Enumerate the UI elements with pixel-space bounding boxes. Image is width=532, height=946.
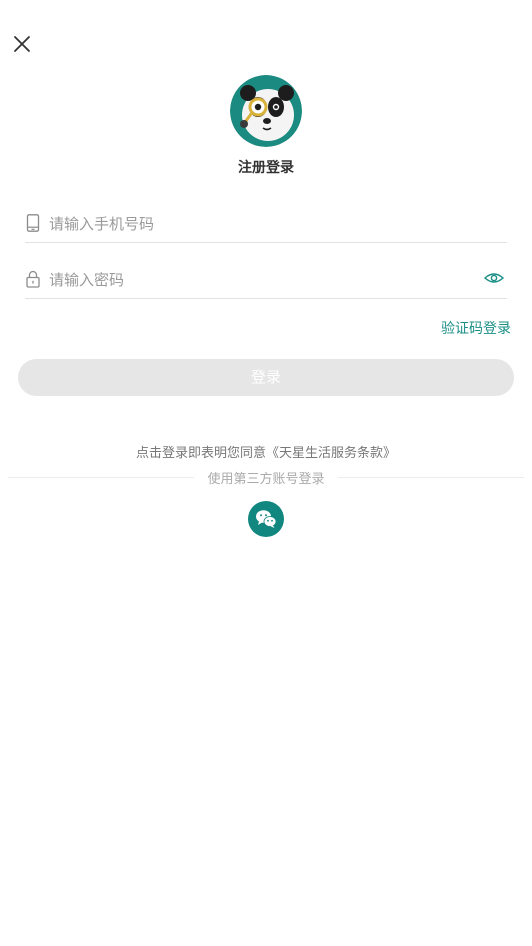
panda-detective-avatar-icon [230, 75, 302, 147]
password-field[interactable] [25, 264, 507, 299]
wechat-icon [256, 510, 277, 528]
phone-field[interactable] [25, 208, 507, 243]
avatar [230, 75, 302, 147]
terms-link[interactable]: 《天星生活服务条款》 [266, 446, 396, 461]
login-button[interactable]: 登录 [18, 359, 514, 396]
lock-icon [26, 270, 40, 288]
close-button[interactable] [10, 32, 34, 56]
agreement-text: 点击登录即表明您同意《天星生活服务条款》 [0, 442, 532, 461]
wechat-login-button[interactable] [248, 501, 284, 537]
close-icon [14, 36, 30, 52]
phone-icon [26, 214, 40, 232]
show-password-toggle[interactable] [483, 270, 505, 286]
divider-line-right [338, 477, 524, 478]
page-title: 注册登录 [238, 160, 294, 176]
phone-input[interactable] [49, 208, 469, 240]
agreement-prefix: 点击登录即表明您同意 [135, 446, 266, 461]
third-party-divider: 使用第三方账号登录 [8, 468, 524, 487]
sms-login-link[interactable]: 验证码登录 [441, 318, 511, 338]
password-input[interactable] [49, 264, 469, 296]
eye-icon [483, 273, 505, 283]
